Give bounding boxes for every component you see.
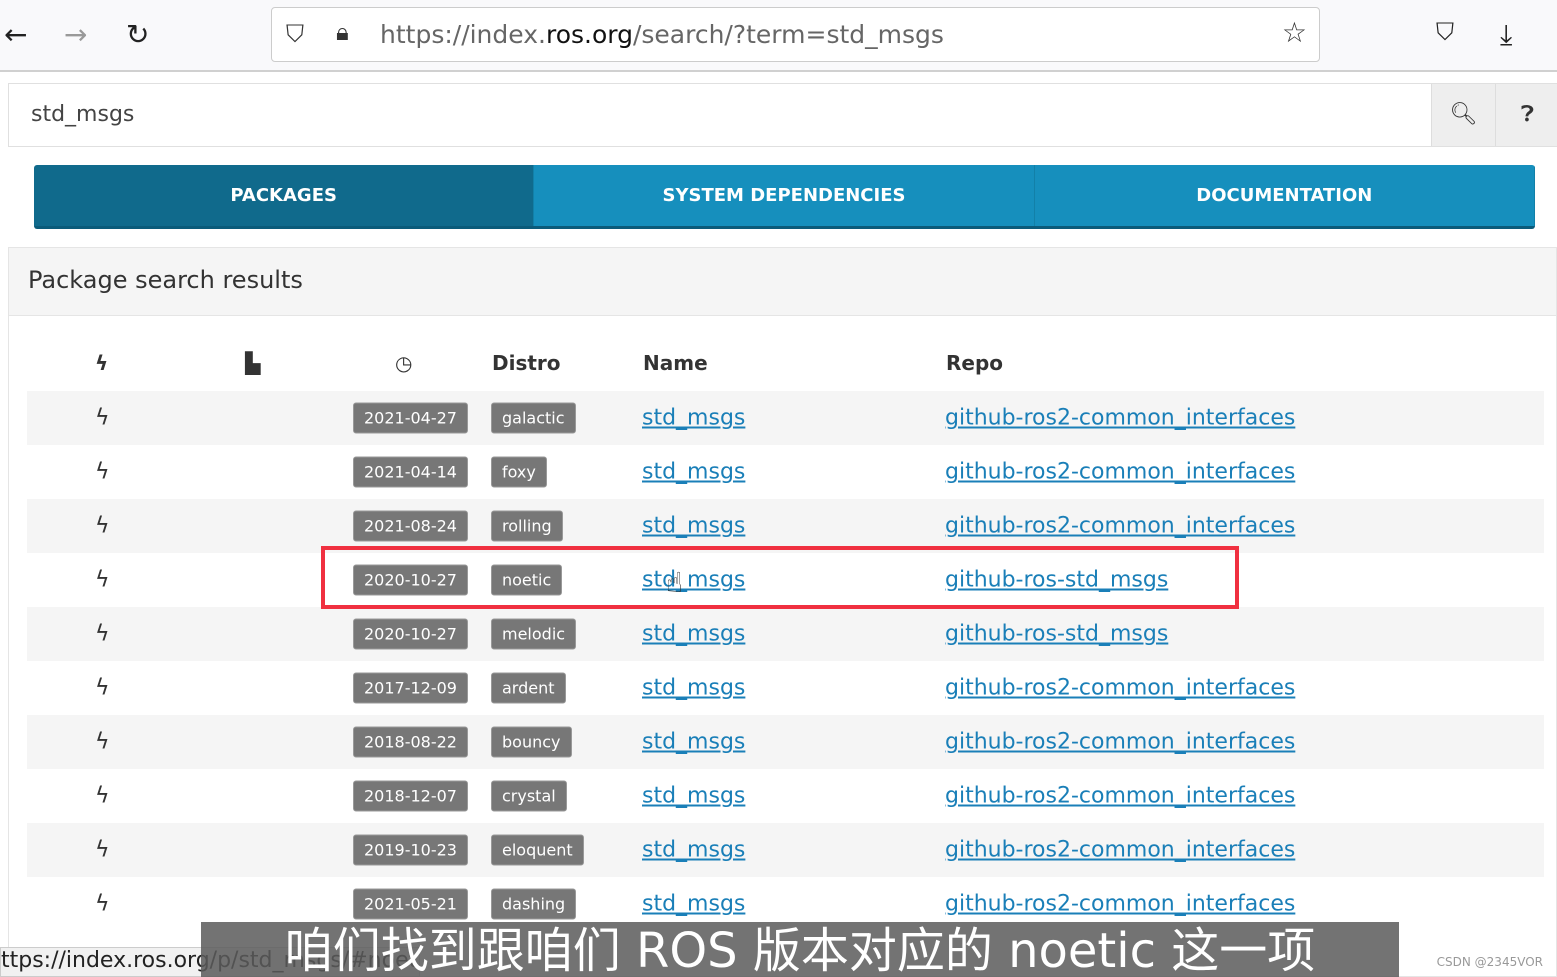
- table-row: ϟ 2020-10-27 melodic std_msgs github-ros…: [27, 607, 1544, 661]
- date-label: 2017-12-09: [353, 672, 468, 704]
- highlight-box: [321, 546, 1239, 609]
- lock-icon: 🔒︎: [336, 18, 349, 46]
- package-link[interactable]: std_msgs: [642, 406, 745, 431]
- repo-link[interactable]: github-ros2-common_interfaces: [945, 676, 1295, 701]
- package-link[interactable]: std_msgs: [642, 514, 745, 539]
- url-prefix: https://index.: [380, 20, 546, 49]
- tab-documentation[interactable]: DOCUMENTATION: [1034, 165, 1535, 226]
- back-icon[interactable]: ←: [4, 18, 27, 51]
- package-link[interactable]: std_msgs: [642, 730, 745, 755]
- distro-label: ardent: [491, 672, 566, 704]
- header-name[interactable]: Name: [643, 351, 708, 375]
- watermark: CSDN @2345VOR: [1436, 955, 1543, 969]
- shield-icon: ⛉: [286, 20, 304, 48]
- date-label: 2019-10-23: [353, 834, 468, 866]
- repo-link[interactable]: github-ros2-common_interfaces: [945, 730, 1295, 755]
- package-link[interactable]: std_msgs: [642, 622, 745, 647]
- header-repo[interactable]: Repo: [946, 351, 1003, 375]
- repo-link[interactable]: github-ros2-common_interfaces: [945, 514, 1295, 539]
- header-distro[interactable]: Distro: [492, 351, 561, 375]
- bolt-icon: ϟ: [95, 675, 110, 701]
- search-button[interactable]: 🔍︎: [1431, 84, 1495, 146]
- repo-link[interactable]: github-ros2-common_interfaces: [945, 892, 1295, 917]
- distro-label: bouncy: [491, 726, 572, 758]
- bolt-icon: ϟ: [95, 567, 110, 593]
- download-icon[interactable]: ⤓: [1500, 18, 1512, 52]
- date-label: 2020-10-27: [353, 618, 468, 650]
- date-label: 2021-04-14: [353, 456, 468, 488]
- bolt-icon: ϟ: [95, 837, 110, 863]
- bolt-icon: ϟ: [95, 729, 110, 755]
- date-label: 2021-08-24: [353, 510, 468, 542]
- distro-label: rolling: [491, 510, 563, 542]
- distro-label: foxy: [491, 456, 547, 488]
- tab-system-dependencies[interactable]: SYSTEM DEPENDENCIES: [534, 165, 1035, 226]
- reload-icon[interactable]: ↻: [126, 18, 149, 51]
- repo-link[interactable]: github-ros2-common_interfaces: [945, 460, 1295, 485]
- bolt-icon: ϟ: [95, 459, 110, 485]
- search-box: std_msgs 🔍︎ ❓︎: [8, 83, 1557, 147]
- repo-link[interactable]: github-ros-std_msgs: [945, 622, 1168, 647]
- url-domain: ros.org: [545, 20, 633, 49]
- bolt-icon: ϟ: [95, 891, 110, 917]
- package-link[interactable]: std_msgs: [642, 460, 745, 485]
- date-label: 2018-12-07: [353, 780, 468, 812]
- distro-label: melodic: [491, 618, 577, 650]
- bookmark-star-icon[interactable]: ☆: [1282, 16, 1307, 49]
- hand-cursor-icon: ☝: [666, 566, 684, 599]
- table-header: ϟ ▙ ◷ Distro Name Repo: [9, 343, 1556, 383]
- file-icon: ▙: [245, 351, 261, 375]
- browser-toolbar: ← → ↻ ⛉ 🔒︎ https://index.ros.org/search/…: [0, 0, 1557, 72]
- panel-title: Package search results: [9, 248, 1556, 316]
- bolt-icon: ϟ: [95, 783, 110, 809]
- table-row: ϟ 2021-08-24 rolling std_msgs github-ros…: [27, 499, 1544, 553]
- forward-icon[interactable]: →: [64, 18, 87, 51]
- table-row: ϟ 2021-04-27 galactic std_msgs github-ro…: [27, 391, 1544, 445]
- search-icon: 🔍︎: [1449, 102, 1478, 127]
- table-row: ϟ 2021-04-14 foxy std_msgs github-ros2-c…: [27, 445, 1544, 499]
- bolt-icon: ϟ: [95, 405, 110, 431]
- search-input[interactable]: std_msgs: [31, 102, 134, 127]
- distro-label: crystal: [491, 780, 567, 812]
- distro-label: dashing: [491, 888, 577, 920]
- date-label: 2018-08-22: [353, 726, 468, 758]
- table-row: ϟ 2018-08-22 bouncy std_msgs github-ros2…: [27, 715, 1544, 769]
- date-label: 2021-05-21: [353, 888, 468, 920]
- package-link[interactable]: std_msgs: [642, 676, 745, 701]
- repo-link[interactable]: github-ros2-common_interfaces: [945, 838, 1295, 863]
- tab-packages[interactable]: PACKAGES: [34, 165, 535, 226]
- package-link[interactable]: std_msgs: [642, 784, 745, 809]
- package-link[interactable]: std_msgs: [642, 838, 745, 863]
- distro-label: eloquent: [491, 834, 584, 866]
- repo-link[interactable]: github-ros2-common_interfaces: [945, 406, 1295, 431]
- pocket-icon[interactable]: ⛉: [1436, 18, 1454, 46]
- table-row: ϟ 2019-10-23 eloquent std_msgs github-ro…: [27, 823, 1544, 877]
- date-label: 2021-04-27: [353, 402, 468, 434]
- bolt-icon: ϟ: [95, 621, 110, 647]
- question-icon: ❓︎: [1520, 102, 1535, 127]
- package-link[interactable]: std_msgs: [642, 892, 745, 917]
- table-row: ϟ 2017-12-09 ardent std_msgs github-ros2…: [27, 661, 1544, 715]
- clock-icon: ◷: [395, 351, 413, 375]
- distro-label: galactic: [491, 402, 576, 434]
- bolt-icon: ϟ: [95, 513, 110, 539]
- search-tabs: PACKAGES SYSTEM DEPENDENCIES DOCUMENTATI…: [34, 165, 1535, 229]
- bolt-icon: ϟ: [95, 351, 109, 375]
- address-bar[interactable]: ⛉ 🔒︎ https://index.ros.org/search/?term=…: [271, 7, 1320, 62]
- subtitle: 咱们找到跟咱们 ROS 版本对应的 noetic 这一项: [201, 922, 1399, 977]
- help-button[interactable]: ❓︎: [1495, 84, 1557, 146]
- results-panel: Package search results ϟ ▙ ◷ Distro Name…: [8, 247, 1557, 977]
- url-suffix: /search/?term=std_msgs: [632, 20, 944, 49]
- repo-link[interactable]: github-ros2-common_interfaces: [945, 784, 1295, 809]
- table-row: ϟ 2018-12-07 crystal std_msgs github-ros…: [27, 769, 1544, 823]
